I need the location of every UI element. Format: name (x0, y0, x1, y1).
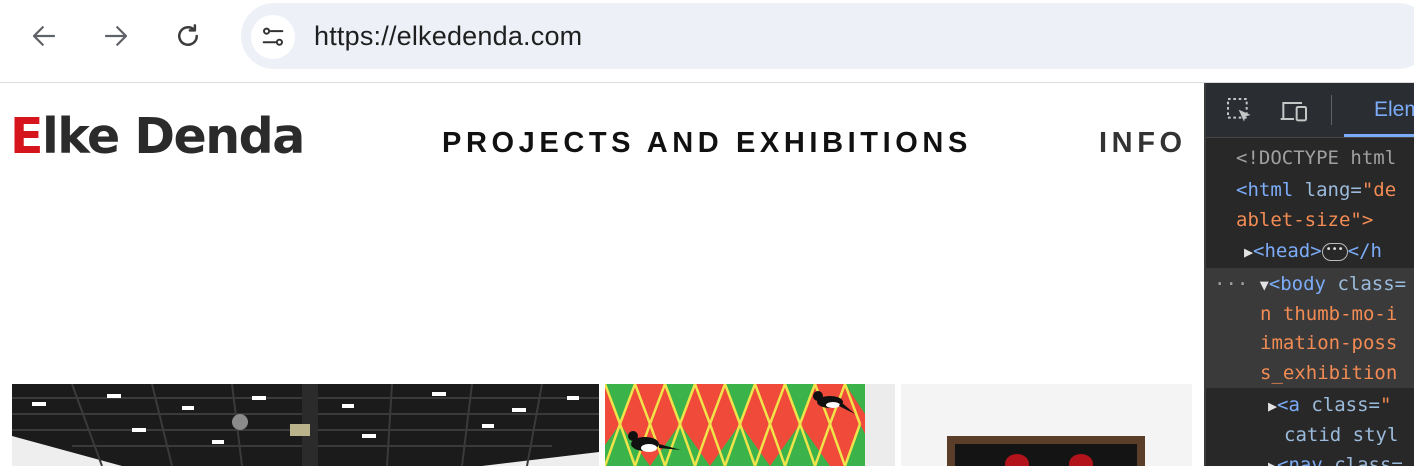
collapsed-content-badge[interactable]: ••• (1321, 242, 1348, 261)
doctype-text: <!DOCTYPE html (1236, 147, 1397, 169)
dom-line[interactable]: ablet-size"> (1206, 205, 1414, 235)
a-tag: <a (1277, 394, 1312, 416)
attr-name: class= (1334, 454, 1403, 466)
forward-button[interactable] (98, 18, 134, 54)
exhibition-hall-image (12, 384, 599, 466)
attr-value: imation-poss (1260, 332, 1398, 354)
arrow-left-icon (32, 26, 56, 46)
browser-toolbar: https://elkedenda.com (0, 0, 1414, 83)
framed-artwork-image (901, 384, 1192, 466)
attr-value: s_exhibition (1260, 362, 1398, 384)
reload-button[interactable] (170, 18, 206, 54)
toolbar-divider (1331, 95, 1332, 125)
attr-name: class= (1311, 394, 1380, 416)
dom-line[interactable]: <!DOCTYPE html (1206, 143, 1414, 173)
reload-icon (178, 24, 198, 46)
nav-tag: <nav (1277, 454, 1335, 466)
site-info-button[interactable] (251, 15, 295, 59)
dom-line[interactable]: imation-poss (1206, 328, 1414, 358)
site-logo[interactable]: Elke Denda (10, 107, 305, 167)
device-toolbar-icon (1280, 102, 1307, 122)
more-options-icon[interactable]: ··· (1206, 273, 1260, 295)
device-toolbar-button[interactable] (1278, 95, 1310, 127)
logo-accent-letter: E (10, 108, 43, 165)
attr-name: class= (1337, 273, 1407, 295)
tab-elements[interactable]: Elem (1344, 83, 1414, 137)
attr-value: " (1380, 394, 1392, 416)
dom-line[interactable]: catid styl (1206, 420, 1414, 450)
dom-line[interactable]: ▶<nav class= (1206, 450, 1414, 466)
dom-line[interactable]: ▶<a class=" (1206, 390, 1414, 420)
inspect-element-icon (1227, 98, 1251, 122)
expand-triangle-icon[interactable]: ▶ (1206, 457, 1277, 466)
head-close-tag: </h (1347, 240, 1382, 262)
logo-text: lke Denda (41, 108, 305, 165)
inspect-element-button[interactable] (1224, 95, 1256, 127)
expand-triangle-icon[interactable]: ▶ (1206, 397, 1277, 415)
arrow-right-icon (104, 26, 128, 46)
html-tag: <html (1236, 179, 1305, 201)
url-text[interactable]: https://elkedenda.com (314, 21, 582, 52)
collapse-triangle-icon[interactable]: ▼ (1260, 276, 1269, 294)
devtools-toolbar: Elem (1206, 83, 1414, 138)
dom-line-selected[interactable]: ··· ▼<body class= (1206, 269, 1414, 299)
web-page: Elke Denda PROJECTS AND EXHIBITIONS INFO (0, 83, 1204, 466)
dom-line[interactable]: ▶<head> ••• </h (1206, 236, 1414, 266)
attr-name: catid styl (1284, 424, 1399, 446)
attr-value: n thumb-mo-i (1260, 303, 1398, 325)
attr-value: ablet-size"> (1236, 209, 1374, 231)
attr-name: lang= (1304, 179, 1362, 201)
back-button[interactable] (26, 18, 62, 54)
project-thumbnail[interactable] (605, 384, 895, 466)
body-tag: <body (1268, 273, 1338, 295)
devtools-panel: Elem <!DOCTYPE html <html lang="de ablet… (1204, 83, 1414, 466)
dom-line[interactable]: s_exhibition (1206, 358, 1414, 388)
nav-projects-and-exhibitions[interactable]: PROJECTS AND EXHIBITIONS (442, 123, 972, 163)
harlequin-birds-image (605, 384, 895, 466)
dom-line[interactable]: <html lang="de (1206, 175, 1414, 205)
project-thumbnail[interactable] (901, 384, 1192, 466)
address-bar[interactable]: https://elkedenda.com (241, 3, 1414, 69)
dom-line[interactable]: n thumb-mo-i (1206, 299, 1414, 329)
expand-triangle-icon[interactable]: ▶ (1206, 243, 1253, 261)
nav-info[interactable]: INFO (1099, 123, 1187, 163)
head-tag: <head> (1253, 240, 1322, 262)
project-thumbnail[interactable] (12, 384, 599, 466)
attr-value: "de (1361, 179, 1397, 201)
tune-icon (262, 27, 284, 46)
